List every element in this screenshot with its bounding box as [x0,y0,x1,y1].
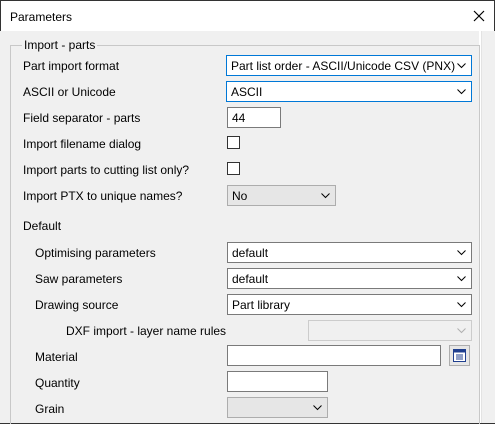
title-bar: Parameters [1,1,494,32]
import-filename-dialog-checkbox[interactable] [227,136,240,149]
chevron-down-icon [457,276,466,282]
drawing-source-label: Drawing source [35,298,119,312]
dxf-import-rules-select [308,320,472,341]
chevron-down-icon [457,63,466,69]
drawing-source-value: Part library [232,298,291,312]
part-import-format-select[interactable]: Part list order - ASCII/Unicode CSV (PNX… [226,55,472,76]
dxf-import-rules-label: DXF import - layer name rules [66,324,227,338]
material-input[interactable] [227,345,441,366]
import-ptx-unique-select[interactable]: No [227,185,336,206]
optimising-parameters-value: default [232,246,269,260]
grain-label: Grain [35,402,65,416]
chevron-down-icon [457,89,466,95]
saw-parameters-label: Saw parameters [35,272,123,286]
saw-parameters-select[interactable]: default [227,268,472,289]
list-browse-icon [453,349,466,362]
chevron-down-icon [457,302,466,308]
window-title: Parameters [10,10,73,24]
import-ptx-unique-value: No [232,189,248,203]
field-separator-input[interactable]: 44 [227,107,281,128]
import-cutting-list-checkbox[interactable] [227,162,240,175]
chevron-down-icon [457,328,466,334]
quantity-label: Quantity [35,376,80,390]
chevron-down-icon [321,193,330,199]
import-parts-group-title: Import - parts [22,38,98,52]
ascii-or-unicode-value: ASCII [231,85,263,99]
import-ptx-unique-label: Import PTX to unique names? [23,189,183,203]
quantity-input[interactable] [227,371,328,392]
chevron-down-icon [457,250,466,256]
part-import-format-label: Part import format [23,59,120,73]
material-browse-button[interactable] [449,345,470,366]
default-section-label: Default [23,219,62,233]
ascii-or-unicode-label: ASCII or Unicode [23,85,116,99]
vertical-scrollbar[interactable] [481,31,495,423]
part-import-format-value: Part list order - ASCII/Unicode CSV (PNX… [231,59,456,73]
field-separator-label: Field separator - parts [23,111,141,125]
ascii-or-unicode-select[interactable]: ASCII [226,81,472,102]
import-filename-dialog-label: Import filename dialog [23,137,142,151]
drawing-source-select[interactable]: Part library [227,294,472,315]
optimising-parameters-select[interactable]: default [227,242,472,263]
field-separator-value: 44 [232,111,246,125]
import-cutting-list-label: Import parts to cutting list only? [23,163,190,177]
saw-parameters-value: default [232,272,269,286]
close-icon[interactable] [470,6,488,26]
optimising-parameters-label: Optimising parameters [35,246,156,260]
chevron-down-icon [313,405,322,411]
grain-select[interactable] [227,397,328,418]
material-label: Material [35,350,78,364]
